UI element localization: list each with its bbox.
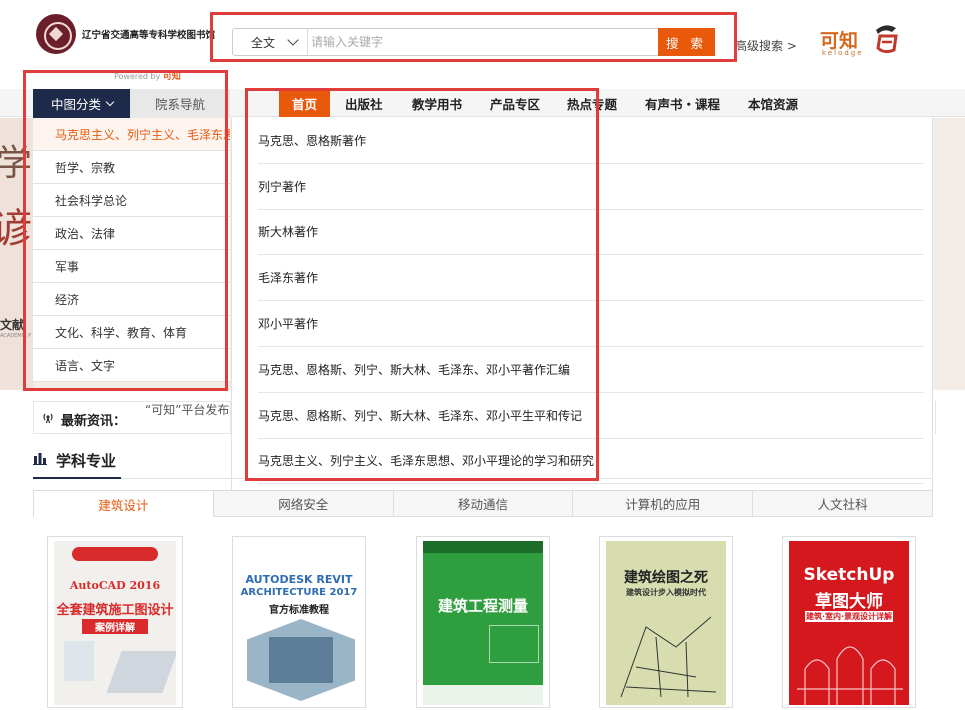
book-card[interactable]: SketchUp 草图大师 建筑·室内·景观设计详解 (782, 536, 916, 708)
subject-tabs: 建筑设计 网络安全 移动通信 计算机的应用 人文社科 (33, 490, 933, 517)
news-label: 最新资讯： (61, 414, 127, 429)
kezhi-logo-icon (876, 25, 898, 54)
book-cover: SketchUp 草图大师 建筑·室内·景观设计详解 (789, 541, 909, 705)
book-card[interactable]: AutoCAD 2016 全套建筑施工图设计 案例详解 (47, 536, 183, 708)
book-card[interactable]: 建筑工程测量 (416, 536, 550, 708)
kezhi-logo-sub: kelodge (822, 49, 864, 57)
tab-humanities[interactable]: 人文社科 (753, 491, 932, 517)
book-title: AUTODESK REVIT (245, 573, 353, 586)
annotation-box-search (210, 12, 737, 62)
nav-audiobooks-courses[interactable]: 有声书・课程 (645, 89, 720, 117)
book-subtitle: 草图大师 (815, 592, 883, 612)
cathedral-drawing (797, 646, 903, 705)
book-cover: 建筑绘图之死 建筑设计步入模拟时代 (606, 541, 726, 705)
book-cover: AutoCAD 2016 全套建筑施工图设计 案例详解 (54, 541, 176, 705)
news-bar-edge (933, 401, 936, 434)
book-tag: 官方标准教程 (269, 605, 329, 616)
book-tag: 建筑·室内·景观设计详解 (805, 611, 893, 622)
book-card[interactable]: 建筑绘图之死 建筑设计步入模拟时代 (599, 536, 733, 708)
book-subtitle: ARCHITECTURE 2017 (240, 587, 358, 598)
sketch-drawing (620, 616, 717, 698)
bar-chart-icon (33, 453, 47, 465)
advanced-search-link[interactable]: 高级搜索 > (735, 37, 797, 54)
book-title: 建筑工程测量 (437, 597, 528, 615)
book-title: SketchUp (803, 565, 895, 585)
book-tag: 案例详解 (82, 619, 148, 634)
nav-library-resources[interactable]: 本馆资源 (748, 89, 798, 117)
library-name[interactable]: 辽宁省交通高等专科学校图书馆 (82, 27, 215, 41)
book-subtitle: 建筑设计步入模拟时代 (626, 588, 706, 597)
annotation-box-subcategories (245, 88, 599, 481)
book-cover: 建筑工程测量 (423, 541, 543, 705)
annotation-box-categories (23, 70, 228, 391)
book-card[interactable]: AUTODESK REVIT ARCHITECTURE 2017 官方标准教程 (232, 536, 366, 708)
section-title-underline (33, 477, 121, 479)
kezhi-logo[interactable]: 可知 kelodge (820, 20, 902, 58)
news-text[interactable]: “可知”平台发布 (145, 401, 231, 418)
library-logo-icon[interactable] (36, 14, 76, 54)
book-title: 全套建筑施工图设计 (56, 603, 174, 618)
broadcast-icon (43, 413, 53, 424)
book-cover: AUTODESK REVIT ARCHITECTURE 2017 官方标准教程 (239, 541, 359, 705)
tab-network-security[interactable]: 网络安全 (213, 491, 394, 517)
book-title: 建筑绘图之死 (624, 570, 708, 586)
tab-architecture[interactable]: 建筑设计 (34, 491, 214, 517)
section-title: 学科专业 (56, 452, 117, 470)
book-subtitle: AutoCAD 2016 (69, 579, 161, 592)
tab-computer-apps[interactable]: 计算机的应用 (573, 491, 754, 517)
banner-caption: 文献 (0, 318, 25, 332)
tab-mobile-comm[interactable]: 移动通信 (393, 491, 574, 517)
